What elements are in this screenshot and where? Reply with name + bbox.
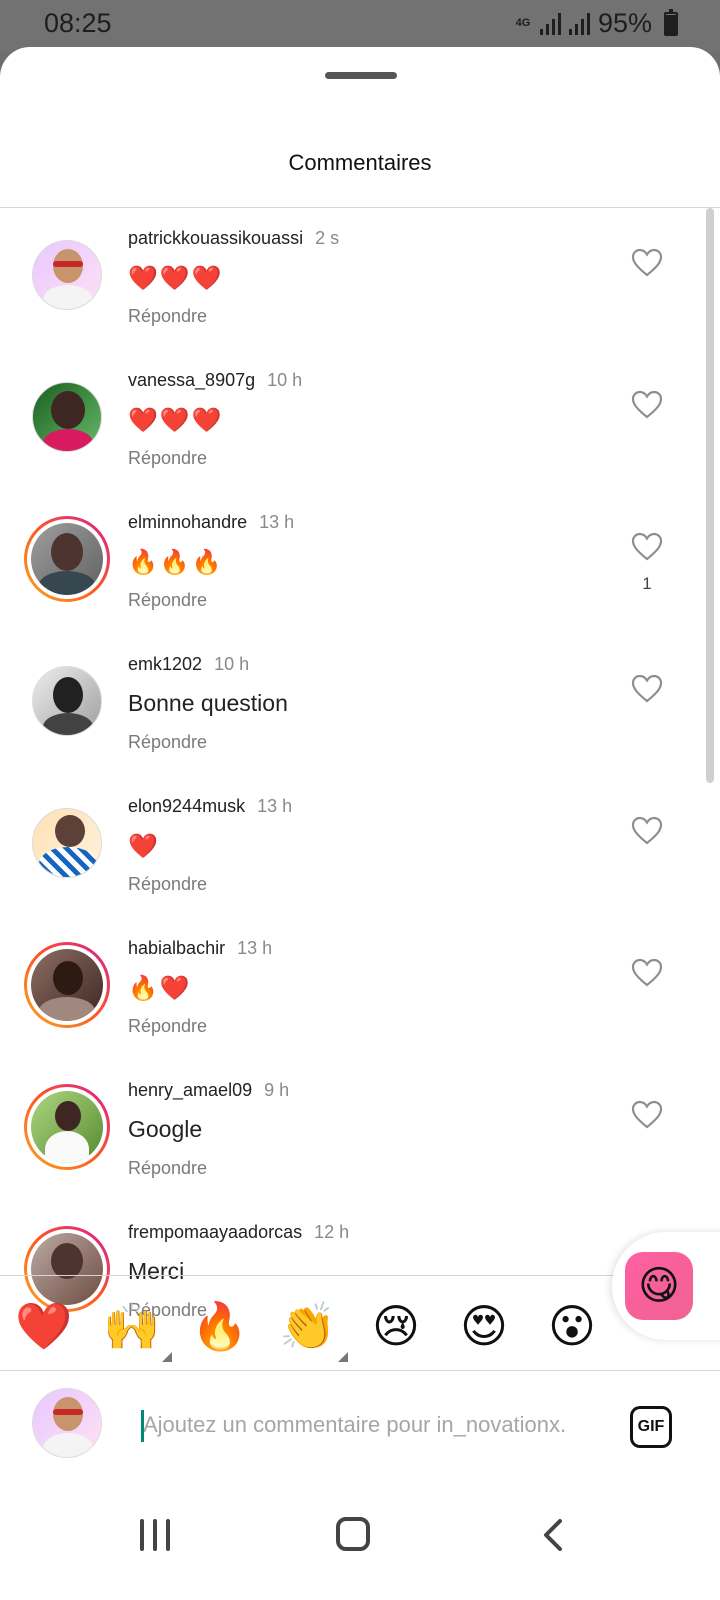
avatar[interactable]	[32, 808, 102, 878]
comment-item: elminnohandre 13 h 🔥🔥🔥 Répondre 1	[0, 492, 706, 634]
heart-outline-icon[interactable]	[631, 816, 663, 846]
reply-button[interactable]: Répondre	[128, 874, 207, 895]
like-count: 1	[642, 574, 652, 593]
comment-time: 13 h	[237, 938, 273, 958]
comment-username[interactable]: emk1202 10 h	[128, 654, 249, 675]
reply-button[interactable]: Répondre	[128, 1016, 207, 1037]
comments-sheet: Commentaires patrickkouassikouassi 2 s ❤️…	[0, 47, 720, 1600]
reaction-fire[interactable]: 🔥	[190, 1298, 250, 1354]
comment-text: Google	[128, 1116, 203, 1142]
avatar[interactable]	[27, 945, 107, 1025]
text-caret	[141, 1410, 144, 1442]
comment-item: henry_amael09 9 h Google Répondre	[0, 1060, 706, 1202]
reply-button[interactable]: Répondre	[128, 732, 207, 753]
comment-username[interactable]: elminnohandre 13 h	[128, 512, 294, 533]
heart-outline-icon[interactable]	[631, 674, 663, 704]
comment-time: 13 h	[257, 796, 293, 816]
battery-fill	[666, 14, 676, 34]
heart-outline-icon[interactable]	[631, 248, 663, 278]
sheet-grabber[interactable]	[325, 72, 397, 79]
sticker-icon: 😋	[625, 1252, 693, 1320]
avatar[interactable]	[32, 240, 102, 310]
comment-time: 12 h	[314, 1222, 350, 1242]
reply-button[interactable]: Répondre	[128, 590, 207, 611]
comment-time: 2 s	[315, 228, 340, 248]
heart-outline-icon[interactable]	[631, 390, 663, 420]
comment-time: 10 h	[267, 370, 303, 390]
comment-username[interactable]: elon9244musk 13 h	[128, 796, 292, 817]
reply-button[interactable]: Répondre	[128, 1158, 207, 1179]
avatar[interactable]	[27, 1087, 107, 1167]
reaction-crying-face[interactable]: 😢	[366, 1298, 426, 1354]
my-avatar	[32, 1388, 102, 1458]
status-bar: 08:25 4G 95%	[0, 0, 720, 52]
avatar[interactable]	[32, 382, 102, 452]
network-type-icon: 4G	[515, 17, 531, 29]
heart-outline-icon[interactable]	[631, 1100, 663, 1130]
battery-percent: 95%	[597, 8, 652, 38]
comment-item: patrickkouassikouassi 2 s ❤️❤️❤️ Répondre	[0, 208, 706, 350]
comment-username[interactable]: patrickkouassikouassi 2 s	[128, 228, 339, 249]
comment-text: 🔥❤️	[128, 975, 192, 1002]
comment-time: 10 h	[214, 654, 250, 674]
system-nav-bar	[0, 1481, 720, 1600]
status-time: 08:25	[44, 8, 112, 38]
comment-composer: GIF	[0, 1371, 720, 1481]
home-icon[interactable]	[336, 1517, 370, 1551]
comment-text: ❤️❤️❤️	[128, 407, 224, 434]
gif-button[interactable]: GIF	[630, 1406, 672, 1448]
reply-button[interactable]: Répondre	[128, 306, 207, 327]
comment-item: habialbachir 13 h 🔥❤️ Répondre	[0, 918, 706, 1060]
reaction-heart[interactable]: ❤️	[14, 1298, 74, 1354]
reaction-surprised-face[interactable]: 😮	[542, 1298, 602, 1354]
comment-time: 13 h	[259, 512, 295, 532]
comment-text: ❤️	[128, 833, 160, 860]
comment-item: elon9244musk 13 h ❤️ Répondre	[0, 776, 706, 918]
avatar[interactable]	[27, 519, 107, 599]
status-icons: 4G 95%	[514, 8, 678, 39]
heart-outline-icon[interactable]	[631, 958, 663, 988]
comment-username[interactable]: habialbachir 13 h	[128, 938, 272, 959]
comment-username[interactable]: henry_amael09 9 h	[128, 1080, 289, 1101]
comment-text: ❤️❤️❤️	[128, 265, 224, 292]
scrollbar[interactable]	[706, 208, 714, 783]
avatar[interactable]	[32, 666, 102, 736]
skin-tone-indicator-icon	[338, 1352, 348, 1362]
comment-item: emk1202 10 h Bonne question Répondre	[0, 634, 706, 776]
signal-icon	[539, 12, 561, 35]
recents-icon[interactable]	[140, 1519, 172, 1553]
reaction-heart-eyes[interactable]: 😍	[454, 1298, 514, 1354]
sticker-button[interactable]: 😋	[612, 1232, 720, 1340]
signal-icon-2	[568, 12, 590, 35]
battery-icon	[664, 8, 678, 36]
sheet-title: Commentaires	[288, 150, 432, 175]
skin-tone-indicator-icon	[162, 1352, 172, 1362]
reaction-raising-hands[interactable]: 🙌	[102, 1298, 172, 1362]
comment-text: 🔥🔥🔥	[128, 549, 224, 576]
comment-item: vanessa_8907g 10 h ❤️❤️❤️ Répondre	[0, 350, 706, 492]
comment-text: Bonne question	[128, 690, 288, 716]
comment-input[interactable]	[143, 1403, 613, 1447]
back-icon[interactable]	[540, 1517, 570, 1553]
heart-outline-icon[interactable]	[631, 532, 663, 562]
reaction-clapping-hands[interactable]: 👏	[278, 1298, 348, 1362]
reply-button[interactable]: Répondre	[128, 448, 207, 469]
comment-username[interactable]: vanessa_8907g 10 h	[128, 370, 302, 391]
comment-time: 9 h	[264, 1080, 290, 1100]
comment-username[interactable]: frempomaayaadorcas 12 h	[128, 1222, 349, 1243]
comment-list[interactable]: patrickkouassikouassi 2 s ❤️❤️❤️ Répondre…	[0, 208, 720, 1348]
